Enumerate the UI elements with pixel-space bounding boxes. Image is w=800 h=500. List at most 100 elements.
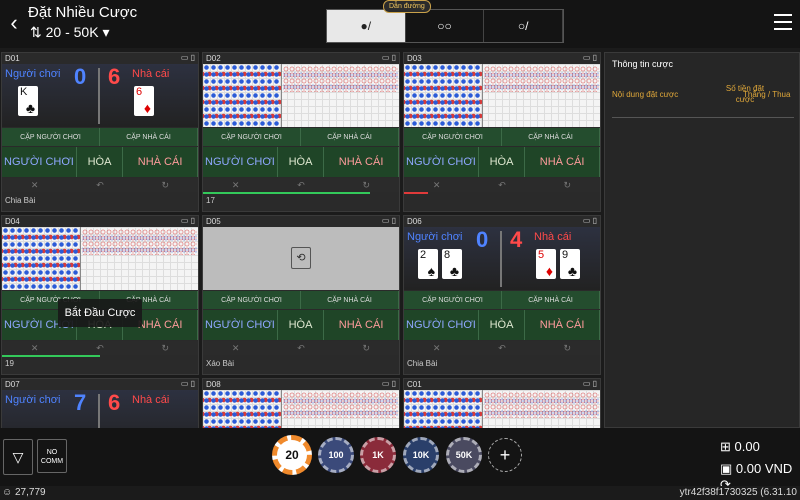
chip-1K[interactable]: 1K [360,437,396,473]
game-table[interactable]: D08 ▭ ▯ [202,378,400,453]
table-id: D05 [206,217,221,226]
bet-tie-button[interactable]: HÒA [479,147,526,177]
undo-icon[interactable]: ↶ [268,341,333,355]
tab-mode-3[interactable]: ○/ [484,10,564,42]
table-id: D08 [206,380,221,389]
bet-info-panel: Thông tin cược Nội dung đặt cược Số tiền… [604,52,800,428]
video-icon[interactable]: ▭ ▯ [181,216,195,225]
bet-player-button[interactable]: NGƯỜI CHƠI [203,310,278,340]
cancel-icon[interactable]: ✕ [203,178,268,192]
bet-player-button[interactable]: NGƯỜI CHƠI [404,147,479,177]
bet-banker-button[interactable]: NHÀ CÁI [324,310,400,340]
player-score: 0 [476,227,489,252]
cancel-icon[interactable]: ✕ [2,178,67,192]
bet-balance: ⊞ 0.00 [720,439,760,454]
tab-mode-2[interactable]: ○○ [406,10,485,42]
big-road [283,66,398,92]
game-table[interactable]: D02 ▭ ▯ CẶP NGƯỜI CHƠI CẶP NHÀ CÁI NGƯỜI … [202,52,400,212]
banker-label: Nhà cái [132,68,170,80]
bet-tie-button[interactable]: HÒA [479,310,526,340]
bet-banker-button[interactable]: NHÀ CÁI [324,147,400,177]
video-icon[interactable]: ▭ ▯ [181,53,195,62]
chip-100[interactable]: 100 [318,437,354,473]
version-text: ytr42f38f1730325 (6.31.10 [679,487,797,498]
game-table[interactable]: D03 ▭ ▯ CẶP NGƯỜI CHƠI CẶP NHÀ CÁI NGƯỜI … [403,52,601,212]
repeat-icon[interactable]: ↻ [535,341,600,355]
video-icon[interactable]: ▭ ▯ [583,379,597,388]
roadmap [404,64,600,127]
add-chip-button[interactable]: + [488,438,522,472]
cancel-icon[interactable]: ✕ [2,341,67,355]
video-icon[interactable]: ▭ ▯ [583,216,597,225]
bead-road [203,64,281,127]
game-table[interactable]: D04 ▭ ▯ CẶP NGƯỜI CHƠI CẶP NHÀ CÁI NGƯỜI … [1,215,199,375]
cancel-icon[interactable]: ✕ [203,341,268,355]
banker-score: 6 [108,390,121,415]
repeat-icon[interactable]: ↻ [334,178,399,192]
footer: ☺ 27,779 ytr42f38f1730325 (6.31.10 [0,486,800,500]
video-icon[interactable]: ▭ ▯ [382,53,396,62]
bet-banker-button[interactable]: NHÀ CÁI [123,147,199,177]
bet-banker-button[interactable]: NHÀ CÁI [525,147,601,177]
undo-icon[interactable]: ↶ [268,178,333,192]
bet-player-button[interactable]: NGƯỜI CHƠI [203,147,278,177]
cancel-icon[interactable]: ✕ [404,341,469,355]
menu-icon[interactable] [774,14,792,30]
game-table[interactable]: D06 ▭ ▯ Người chơi 0 4 Nhà cái 2 ♠ 8 ♣ 5 ♦ 9 ♣ C… [403,215,601,375]
undo-icon[interactable]: ↶ [67,341,132,355]
bet-tie-button[interactable]: HÒA [77,147,124,177]
game-table[interactable]: D05 ▭ ▯ ⟲ CẶP NGƯỜI CHƠI CẶP NHÀ CÁI NGƯỜI… [202,215,400,375]
tab-mode-1[interactable]: ●/ [327,10,406,42]
bet-limit[interactable]: ⇅ 20 - 50K ▾ [30,24,109,41]
chip-20[interactable]: 20 [272,435,312,475]
table-id: D04 [5,217,20,226]
chip-50K[interactable]: 50K [446,437,482,473]
no-comm-toggle[interactable]: NO COMM [37,439,67,473]
col-bet-content: Nội dung đặt cược [612,90,679,99]
pair-player-button[interactable]: CẶP NGƯỜI CHƠI [2,128,100,146]
countdown-bar [203,192,370,194]
pair-banker-button[interactable]: CẶP NHÀ CÁI [502,128,600,146]
bet-player-button[interactable]: NGƯỜI CHƠI [2,147,77,177]
countdown-bar [2,355,100,357]
repeat-icon[interactable]: ↻ [535,178,600,192]
chip-10K[interactable]: 10K [403,437,439,473]
back-icon[interactable]: ‹ [4,10,24,36]
game-table[interactable]: D01 ▭ ▯ Người chơi 0 6 Nhà cái K ♣ 6 ♦ CẶP N… [1,52,199,212]
video-icon[interactable]: ▭ ▯ [583,53,597,62]
live-result-panel: Người chơi 0 4 Nhà cái 2 ♠ 8 ♣ 5 ♦ 9 ♣ [404,227,600,290]
start-betting-popup: Bắt Đầu Cược [58,299,142,327]
pair-player-button[interactable]: CẶP NGƯỜI CHƠI [203,291,301,309]
pair-banker-button[interactable]: CẶP NHÀ CÁI [100,128,198,146]
bet-banker-button[interactable]: NHÀ CÁI [525,310,601,340]
bet-tie-button[interactable]: HÒA [278,147,325,177]
repeat-icon[interactable]: ↻ [133,341,198,355]
pair-player-button[interactable]: CẶP NGƯỜI CHƠI [404,128,502,146]
video-icon[interactable]: ▭ ▯ [181,379,195,388]
undo-icon[interactable]: ↶ [469,341,534,355]
pair-banker-button[interactable]: CẶP NHÀ CÁI [301,291,399,309]
video-icon[interactable]: ▭ ▯ [382,379,396,388]
repeat-icon[interactable]: ↻ [133,178,198,192]
bet-player-button[interactable]: NGƯỜI CHƠI [404,310,479,340]
pair-banker-button[interactable]: CẶP NHÀ CÁI [502,291,600,309]
game-table[interactable]: C01 ▭ ▯ [403,378,601,453]
pair-player-button[interactable]: CẶP NGƯỜI CHƠI [203,128,301,146]
undo-icon[interactable]: ↶ [469,178,534,192]
undo-icon[interactable]: ↶ [67,178,132,192]
bet-tie-button[interactable]: HÒA [278,310,325,340]
table-id: D06 [407,217,422,226]
game-table[interactable]: D07 ▭ ▯ Người chơi 7 6 Nhà cái [1,378,199,453]
filter-icon[interactable]: ▽ [3,439,33,475]
divider [500,231,502,287]
roadmap [203,64,399,127]
table-id: D07 [5,380,20,389]
repeat-icon[interactable]: ↻ [334,341,399,355]
page-title: Đặt Nhiều Cược [28,4,138,21]
video-icon[interactable]: ▭ ▯ [382,216,396,225]
banker-card: 5 ♦ [536,249,556,279]
banker-label: Nhà cái [534,231,572,243]
cancel-icon[interactable]: ✕ [404,178,469,192]
pair-banker-button[interactable]: CẶP NHÀ CÁI [301,128,399,146]
pair-player-button[interactable]: CẶP NGƯỜI CHƠI [404,291,502,309]
